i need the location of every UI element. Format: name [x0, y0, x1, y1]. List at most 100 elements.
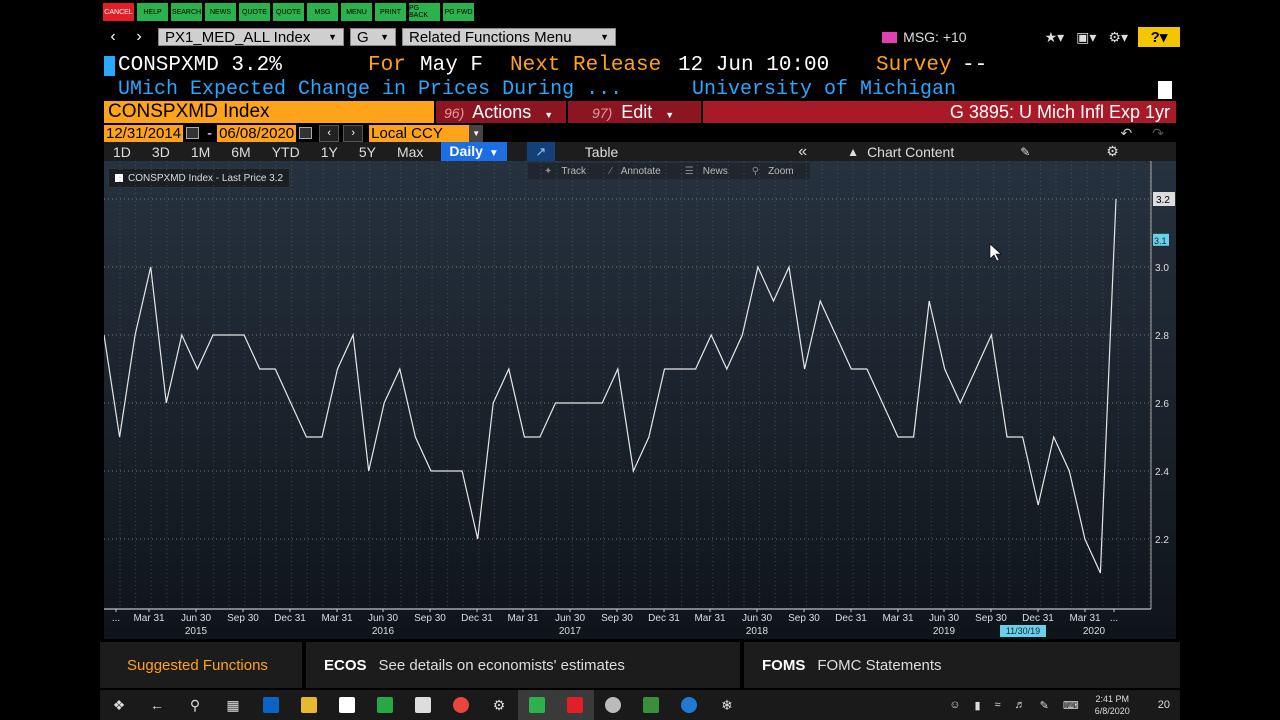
volume-icon[interactable]: ♬ — [1015, 699, 1026, 711]
page-back-key[interactable]: PG BACK — [409, 3, 440, 21]
period-5y[interactable]: 5Y — [350, 144, 388, 160]
x-tick-label: Sep 30 — [975, 613, 1007, 624]
print-key[interactable]: PRINT — [375, 3, 406, 21]
x-tick-label: Sep 30 — [788, 613, 820, 624]
quote-key-2[interactable]: QUOTE — [273, 3, 304, 21]
x-tick-label: Mar 31 — [133, 613, 165, 624]
edit-menu[interactable]: 97) Edit ▼ — [566, 101, 701, 123]
period-1y[interactable]: 1Y — [312, 144, 350, 160]
table-view-button[interactable]: Table — [585, 144, 618, 160]
chevron-down-icon: ▼ — [544, 110, 554, 120]
ecos-text: See details on economists' estimates — [378, 656, 625, 674]
help-button[interactable]: ? ▾ — [1138, 27, 1180, 47]
text-app-icon[interactable] — [328, 690, 366, 720]
period-6m[interactable]: 6M — [222, 144, 262, 160]
clock[interactable]: 2:41 PM 6/8/2020 — [1095, 693, 1130, 717]
gear-icon[interactable]: ⚙▾ — [1108, 29, 1128, 46]
pen-icon[interactable]: ✎ — [1040, 699, 1049, 712]
function-menu-row: CONSPXMD Index 96) Actions ▼ 97) Edit ▼ … — [104, 101, 1176, 123]
x-year-label: 2018 — [746, 626, 769, 637]
last-price-label: 3.2 — [1156, 195, 1170, 206]
pencil-icon[interactable]: ✎ — [1020, 145, 1030, 159]
y-tick-label: 2.2 — [1155, 535, 1169, 546]
help-key[interactable]: HELP — [137, 3, 168, 21]
line-chart-icon[interactable]: ↗ — [526, 142, 555, 161]
windows-start-icon[interactable]: ❖ — [100, 690, 138, 720]
frequency-dropdown[interactable]: Daily ▼ — [441, 142, 507, 161]
chevron-down-icon[interactable]: ▼ — [469, 124, 484, 142]
x-tick-label: Dec 31 — [835, 613, 867, 624]
x-year-label: 2015 — [185, 626, 208, 637]
y-tick-label: 2.8 — [1155, 331, 1169, 342]
start-date-field[interactable]: 12/31/2014 — [104, 124, 184, 142]
collapse-icon[interactable]: « — [798, 143, 807, 161]
previous-period-icon[interactable]: ‹ — [319, 124, 340, 142]
chart-settings-icon[interactable]: ⚙ — [1106, 143, 1119, 160]
next-release-label: Next Release — [510, 54, 662, 77]
menu-key[interactable]: MENU — [341, 3, 372, 21]
x-tick-label: Jun 30 — [181, 613, 211, 624]
calendar-icon[interactable] — [186, 127, 200, 139]
network-app-icon[interactable] — [594, 690, 632, 720]
terminal-app-icon[interactable] — [366, 690, 404, 720]
redo-icon[interactable]: ↷ — [1152, 125, 1164, 142]
function-field-value: G — [357, 28, 369, 46]
edge-icon[interactable] — [670, 690, 708, 720]
period-3d[interactable]: 3D — [143, 144, 182, 160]
period-1d[interactable]: 1D — [104, 144, 143, 160]
undo-icon[interactable]: ↶ — [1121, 125, 1133, 142]
window-icon[interactable]: ▣▾ — [1076, 29, 1096, 46]
end-date-field[interactable]: 06/08/2020 — [217, 124, 297, 142]
period-ytd[interactable]: YTD — [263, 144, 312, 160]
chevron-down-icon: ▼ — [600, 32, 609, 42]
notification-count[interactable]: 20 — [1158, 699, 1170, 711]
export-icon[interactable] — [1158, 81, 1172, 99]
actions-menu[interactable]: 96) Actions ▼ — [434, 101, 566, 123]
calendar-icon[interactable] — [299, 127, 313, 139]
snowflake-app-icon[interactable]: ❄ — [708, 690, 746, 720]
x-tick-label: Jun 30 — [929, 613, 959, 624]
settings-icon[interactable]: ⚙ — [480, 690, 518, 720]
cancel-key[interactable]: CANCEL — [103, 3, 134, 21]
chrome-icon[interactable] — [442, 690, 480, 720]
notes-app-icon[interactable] — [404, 690, 442, 720]
next-period-icon[interactable]: › — [343, 124, 364, 142]
period-1m[interactable]: 1M — [182, 144, 222, 160]
chart-area[interactable]: CONSPXMD Index - Last Price 3.2 ✦ Track ⁄… — [104, 161, 1176, 639]
page-forward-key[interactable]: PG FWD — [443, 3, 474, 21]
function-field[interactable]: G ▼ — [350, 28, 396, 46]
back-arrow-icon[interactable]: ‹ — [100, 28, 126, 46]
date-separator: - — [207, 124, 213, 142]
file-explorer-icon[interactable] — [290, 690, 328, 720]
suggested-foms[interactable]: FOMS FOMC Statements — [744, 642, 1180, 688]
star-icon[interactable]: ★▾ — [1045, 29, 1065, 46]
search-icon[interactable]: ⚲ — [176, 690, 214, 720]
security-field[interactable]: PX1_MED_ALL Index ▼ — [158, 28, 344, 46]
wifi-icon[interactable]: ≈ — [995, 699, 1001, 711]
windows-taskbar: ❖ ← ⚲ ▦ ⚙ ❄ ☺ ▮ ≈ ♬ ✎ ⌨ 2:41 PM 6/8/2020… — [100, 690, 1180, 720]
msg-key[interactable]: MSG — [307, 3, 338, 21]
search-key[interactable]: SEARCH — [171, 3, 202, 21]
suggested-ecos[interactable]: ECOS See details on economists' estimate… — [306, 642, 740, 688]
people-icon[interactable]: ☺ — [949, 699, 960, 711]
chart-content-button[interactable]: ▲ Chart Content — [847, 144, 954, 160]
y-tick-label: 2.6 — [1155, 399, 1169, 410]
keyboard-icon[interactable]: ⌨ — [1063, 699, 1079, 712]
quote-key[interactable]: QUOTE — [239, 3, 270, 21]
forward-arrow-icon[interactable]: › — [126, 28, 152, 46]
currency-field[interactable]: Local CCY — [369, 124, 470, 142]
x-year-label: 2020 — [1083, 626, 1106, 637]
back-icon[interactable]: ← — [138, 690, 176, 720]
chart-app-icon[interactable] — [632, 690, 670, 720]
messages-indicator[interactable]: MSG: +10 — [882, 29, 967, 45]
graph-title: G 3895: U Mich Infl Exp 1yr — [701, 101, 1176, 123]
related-functions-menu[interactable]: Related Functions Menu ▼ — [402, 28, 616, 46]
battery-icon[interactable]: ▮ — [974, 699, 980, 712]
bloomberg-app-icon[interactable] — [518, 690, 556, 720]
series-source: University of Michigan — [692, 78, 957, 101]
task-view-icon[interactable]: ▦ — [214, 690, 252, 720]
news-key[interactable]: NEWS — [205, 3, 236, 21]
period-max[interactable]: Max — [388, 144, 435, 160]
outlook-icon[interactable] — [252, 690, 290, 720]
bloomberg-launch-icon[interactable] — [556, 690, 594, 720]
